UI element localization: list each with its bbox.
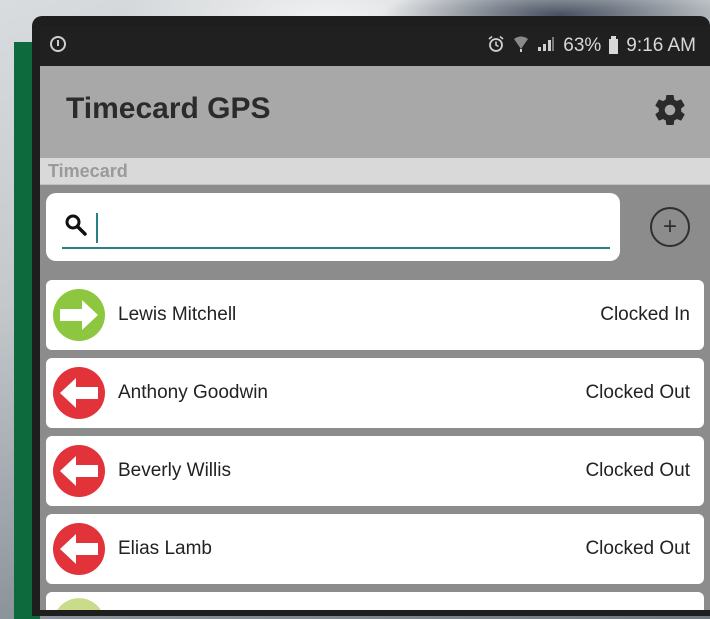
wifi-icon [513,35,529,58]
add-employee-button[interactable]: + [650,207,690,247]
alarm-icon [487,35,505,58]
search-box [46,193,620,261]
list-item[interactable]: Lewis Mitchell Clocked In [46,280,704,350]
section-header: Timecard [40,158,710,185]
text-caret [96,213,98,243]
employee-name: Beverly Willis [118,460,231,481]
app-title: Timecard GPS [66,92,271,125]
clock-out-arrow-icon [53,445,105,497]
settings-button[interactable] [652,92,688,128]
signal-icon [537,36,555,57]
clock-out-arrow-icon [53,367,105,419]
status-time: 9:16 AM [626,35,696,56]
battery-icon [609,35,619,54]
gear-icon [655,95,685,126]
clock-in-arrow-icon [53,289,105,341]
sync-icon [50,36,66,52]
employee-status: Clocked Out [585,538,690,559]
section-label: Timecard [48,161,128,181]
plus-circle-icon: + [662,213,677,240]
battery-percent: 63% [563,35,602,56]
phone-screen: 63% 9:16 AM Timecard GPS Timecard + Lewi… [40,26,710,610]
status-bar-right: 63% 9:16 AM [487,34,696,58]
employee-status: Clocked In [600,304,690,325]
employee-status: Clocked Out [585,460,690,481]
employee-name: Elias Lamb [118,538,212,559]
list-item[interactable]: Beverly Willis Clocked Out [46,436,704,506]
search-area: + [40,185,710,277]
clock-out-arrow-icon [53,523,105,575]
employee-status: Clocked Out [585,382,690,403]
status-bar: 63% 9:16 AM [40,26,710,66]
search-input[interactable] [94,211,598,243]
clock-in-arrow-icon [57,598,101,610]
employee-name: Lewis Mitchell [118,304,237,325]
search-underline [62,247,610,249]
app-bar: Timecard GPS [40,66,710,158]
list-item[interactable]: Elias Lamb Clocked Out [46,514,704,584]
list-item-partial[interactable] [46,592,704,610]
search-icon [65,214,87,236]
employee-name: Anthony Goodwin [118,382,268,403]
list-item[interactable]: Anthony Goodwin Clocked Out [46,358,704,428]
